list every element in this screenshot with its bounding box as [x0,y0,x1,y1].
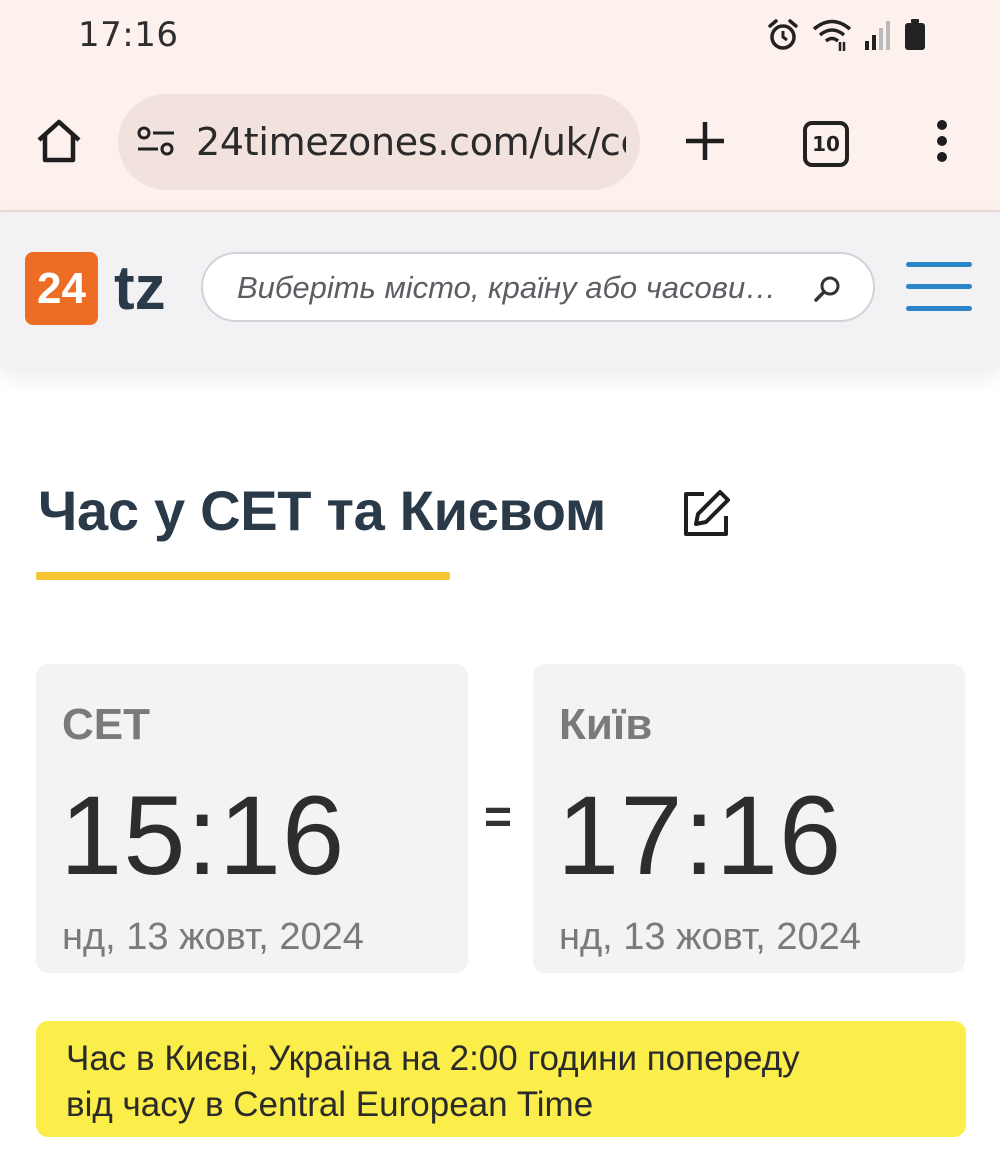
title-underline [36,572,450,580]
banner-line-1: Час в Києві, Україна на 2:00 години попе… [66,1039,800,1078]
browser-menu-button[interactable] [920,112,964,170]
time-difference-banner: Час в Києві, Україна на 2:00 години попе… [36,1021,966,1137]
time-card-kyiv: Київ 17:16 нд, 13 жовт, 2024 [533,664,965,973]
site-settings-icon[interactable] [136,124,176,165]
time-card-cet: CET 15:16 нд, 13 жовт, 2024 [36,664,468,973]
new-tab-button[interactable] [676,112,734,170]
site-logo[interactable]: 24 tz [25,252,166,325]
alarm-icon [766,18,800,52]
address-bar[interactable]: 24timezones.com/uk/cet-kyiv [118,94,640,190]
home-button[interactable] [30,112,88,170]
card-label: Київ [559,700,653,749]
battery-icon [904,19,926,51]
browser-toolbar: 24timezones.com/uk/cet-kyiv 10 [0,90,1000,194]
hamburger-menu-icon[interactable] [906,262,972,314]
page-title: Час у CET та Києвом [38,479,606,542]
tab-switcher-button[interactable]: 10 [803,121,849,167]
status-time: 17:16 [78,15,179,55]
url-text[interactable]: 24timezones.com/uk/cet-kyiv [196,120,626,164]
signal-icon [864,19,892,51]
tab-count: 10 [812,132,840,156]
card-time: 17:16 [557,773,843,898]
banner-line-2: від часу в Central European Time [66,1085,594,1124]
site-header: 24 tz [0,212,1000,368]
search-box[interactable] [201,252,875,322]
status-bar: 17:16 [0,0,1000,76]
plus-icon [686,122,724,160]
edit-icon[interactable] [680,488,732,540]
card-label: CET [62,700,150,749]
logo-number: 24 [25,252,98,325]
card-date: нд, 13 жовт, 2024 [62,916,364,958]
search-icon[interactable] [813,274,843,309]
wifi-icon [812,18,852,52]
logo-text: tz [114,253,166,323]
equals-sign: = [484,791,513,844]
status-icons [766,18,926,52]
home-icon [37,119,81,163]
more-vert-icon [937,120,947,162]
browser-chrome: 17:16 24timezones.com/uk/c 10 [0,0,1000,212]
card-time: 15:16 [60,773,346,898]
card-date: нд, 13 жовт, 2024 [559,916,861,958]
search-input[interactable] [235,264,799,312]
